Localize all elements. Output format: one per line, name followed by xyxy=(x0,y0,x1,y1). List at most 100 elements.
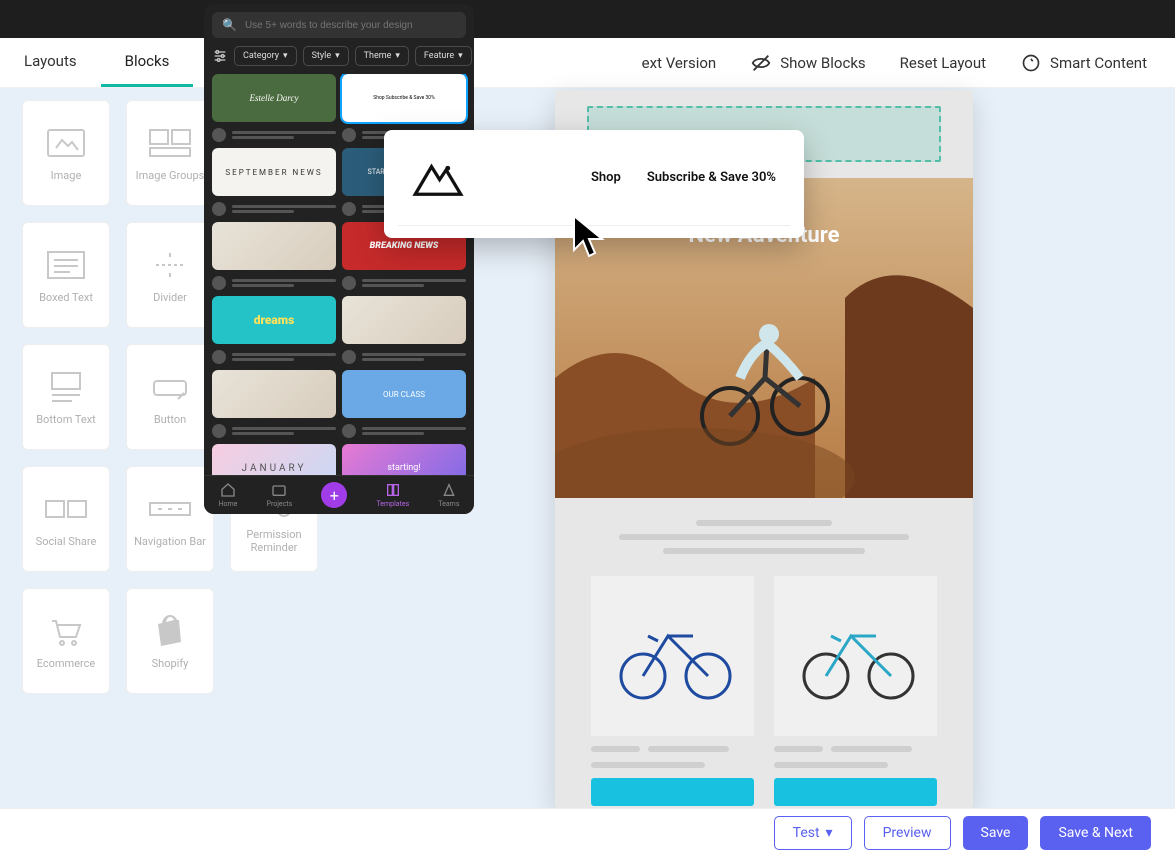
author-avatar-icon xyxy=(212,202,226,216)
product-image xyxy=(591,576,754,736)
placeholder-line xyxy=(663,548,866,554)
action-reset-layout[interactable]: Reset Layout xyxy=(900,54,986,72)
chevron-down-icon: ▾ xyxy=(283,51,288,61)
template-card[interactable] xyxy=(212,222,336,270)
block-divider[interactable]: Divider xyxy=(126,222,214,328)
bnav-projects[interactable]: Projects xyxy=(267,482,293,508)
filter-sliders-icon[interactable] xyxy=(212,46,228,66)
template-card[interactable]: SEPTEMBER NEWS xyxy=(212,148,336,196)
author-avatar-icon xyxy=(342,202,356,216)
block-label: Social Share xyxy=(32,535,101,548)
block-label: Shopify xyxy=(148,657,193,670)
author-avatar-icon xyxy=(342,276,356,290)
block-image[interactable]: Image xyxy=(22,100,110,206)
placeholder-line xyxy=(696,520,831,526)
bnav-templates[interactable]: Templates xyxy=(376,482,409,508)
template-search-input[interactable] xyxy=(245,20,456,31)
product-card[interactable] xyxy=(591,576,754,806)
template-card[interactable]: Estelle Darcy xyxy=(212,74,336,122)
smart-content-icon xyxy=(1020,52,1042,74)
block-ecommerce[interactable]: Ecommerce xyxy=(22,588,110,694)
reset-layout-label: Reset Layout xyxy=(900,54,986,72)
template-caption xyxy=(342,424,466,438)
author-avatar-icon xyxy=(212,424,226,438)
filter-feature[interactable]: Feature▾ xyxy=(415,46,472,66)
template-card[interactable]: OUR CLASS xyxy=(342,370,466,418)
template-caption xyxy=(212,276,336,290)
template-caption xyxy=(212,350,336,364)
block-bottom-text[interactable]: Bottom Text xyxy=(22,344,110,450)
block-shopify[interactable]: Shopify xyxy=(126,588,214,694)
template-caption xyxy=(342,350,466,364)
tab-layouts[interactable]: Layouts xyxy=(0,38,101,87)
block-icon xyxy=(43,491,89,527)
caret-down-icon: ▾ xyxy=(826,825,833,841)
template-bottom-nav: Home Projects + Templates Teams xyxy=(204,475,474,514)
canvas-text-block[interactable] xyxy=(555,498,973,576)
banner-subscribe-link[interactable]: Subscribe & Save 30% xyxy=(647,170,776,185)
save-button[interactable]: Save xyxy=(963,816,1029,850)
banner-shop-link[interactable]: Shop xyxy=(591,170,621,185)
block-label: Image Groups xyxy=(132,169,209,182)
chevron-down-icon: ▾ xyxy=(458,51,463,61)
block-label: Divider xyxy=(149,291,191,304)
block-navigation-bar[interactable]: Navigation Bar xyxy=(126,466,214,572)
test-button[interactable]: Test▾ xyxy=(774,816,852,850)
tab-layouts-label: Layouts xyxy=(24,52,77,70)
template-search[interactable]: 🔍 xyxy=(212,12,466,38)
template-card[interactable]: dreams xyxy=(212,296,336,344)
product-row xyxy=(555,576,973,808)
block-social-share[interactable]: Social Share xyxy=(22,466,110,572)
block-button[interactable]: Button xyxy=(126,344,214,450)
block-icon xyxy=(147,491,193,527)
placeholder-line xyxy=(619,534,910,540)
template-card[interactable] xyxy=(342,296,466,344)
product-cta-button[interactable] xyxy=(591,778,754,806)
block-icon xyxy=(147,613,193,649)
block-label: Bottom Text xyxy=(32,413,100,426)
template-caption xyxy=(212,128,336,142)
template-card[interactable] xyxy=(212,370,336,418)
template-card[interactable]: starting! xyxy=(342,444,466,475)
app-top-bar xyxy=(0,0,1175,38)
bnav-home[interactable]: Home xyxy=(219,482,238,508)
action-text-version[interactable]: ext Version xyxy=(612,52,717,74)
template-card[interactable]: JANUARY xyxy=(212,444,336,475)
block-label: Button xyxy=(150,413,190,426)
block-image-groups[interactable]: Image Groups xyxy=(126,100,214,206)
product-card[interactable] xyxy=(774,576,937,806)
save-next-button[interactable]: Save & Next xyxy=(1040,816,1151,850)
product-cta-button[interactable] xyxy=(774,778,937,806)
block-icon xyxy=(147,125,193,161)
chevron-down-icon: ▾ xyxy=(335,51,340,61)
block-icon xyxy=(147,247,193,283)
block-boxed-text[interactable]: Boxed Text xyxy=(22,222,110,328)
bnav-add[interactable]: + xyxy=(321,482,347,508)
block-label: Permission Reminder xyxy=(231,528,317,554)
template-picker-popup: 🔍 Category▾ Style▾ Theme▾ Feature▾ Estel… xyxy=(204,4,474,514)
block-icon xyxy=(43,125,89,161)
filter-theme[interactable]: Theme▾ xyxy=(355,46,409,66)
author-avatar-icon xyxy=(342,350,356,364)
preview-button[interactable]: Preview xyxy=(864,816,951,850)
block-icon xyxy=(147,369,193,405)
show-blocks-icon xyxy=(750,52,772,74)
tab-blocks[interactable]: Blocks xyxy=(101,38,194,87)
footer-action-bar: Test▾ Preview Save Save & Next xyxy=(0,808,1175,857)
block-label: Image xyxy=(47,169,86,182)
chevron-down-icon: ▾ xyxy=(395,51,400,61)
action-smart-content[interactable]: Smart Content xyxy=(1020,52,1147,74)
search-icon: 🔍 xyxy=(222,18,237,32)
filter-style[interactable]: Style▾ xyxy=(303,46,349,66)
filter-category[interactable]: Category▾ xyxy=(234,46,297,66)
show-blocks-label: Show Blocks xyxy=(780,54,865,72)
tab-blocks-label: Blocks xyxy=(125,52,170,70)
bnav-teams[interactable]: Teams xyxy=(438,482,459,508)
template-caption xyxy=(212,202,336,216)
action-show-blocks[interactable]: Show Blocks xyxy=(750,52,865,74)
author-avatar-icon xyxy=(212,128,226,142)
product-image xyxy=(774,576,937,736)
text-version-icon xyxy=(612,52,634,74)
block-label: Ecommerce xyxy=(33,657,100,670)
template-card[interactable]: Shop Subscribe & Save 30% xyxy=(342,74,466,122)
